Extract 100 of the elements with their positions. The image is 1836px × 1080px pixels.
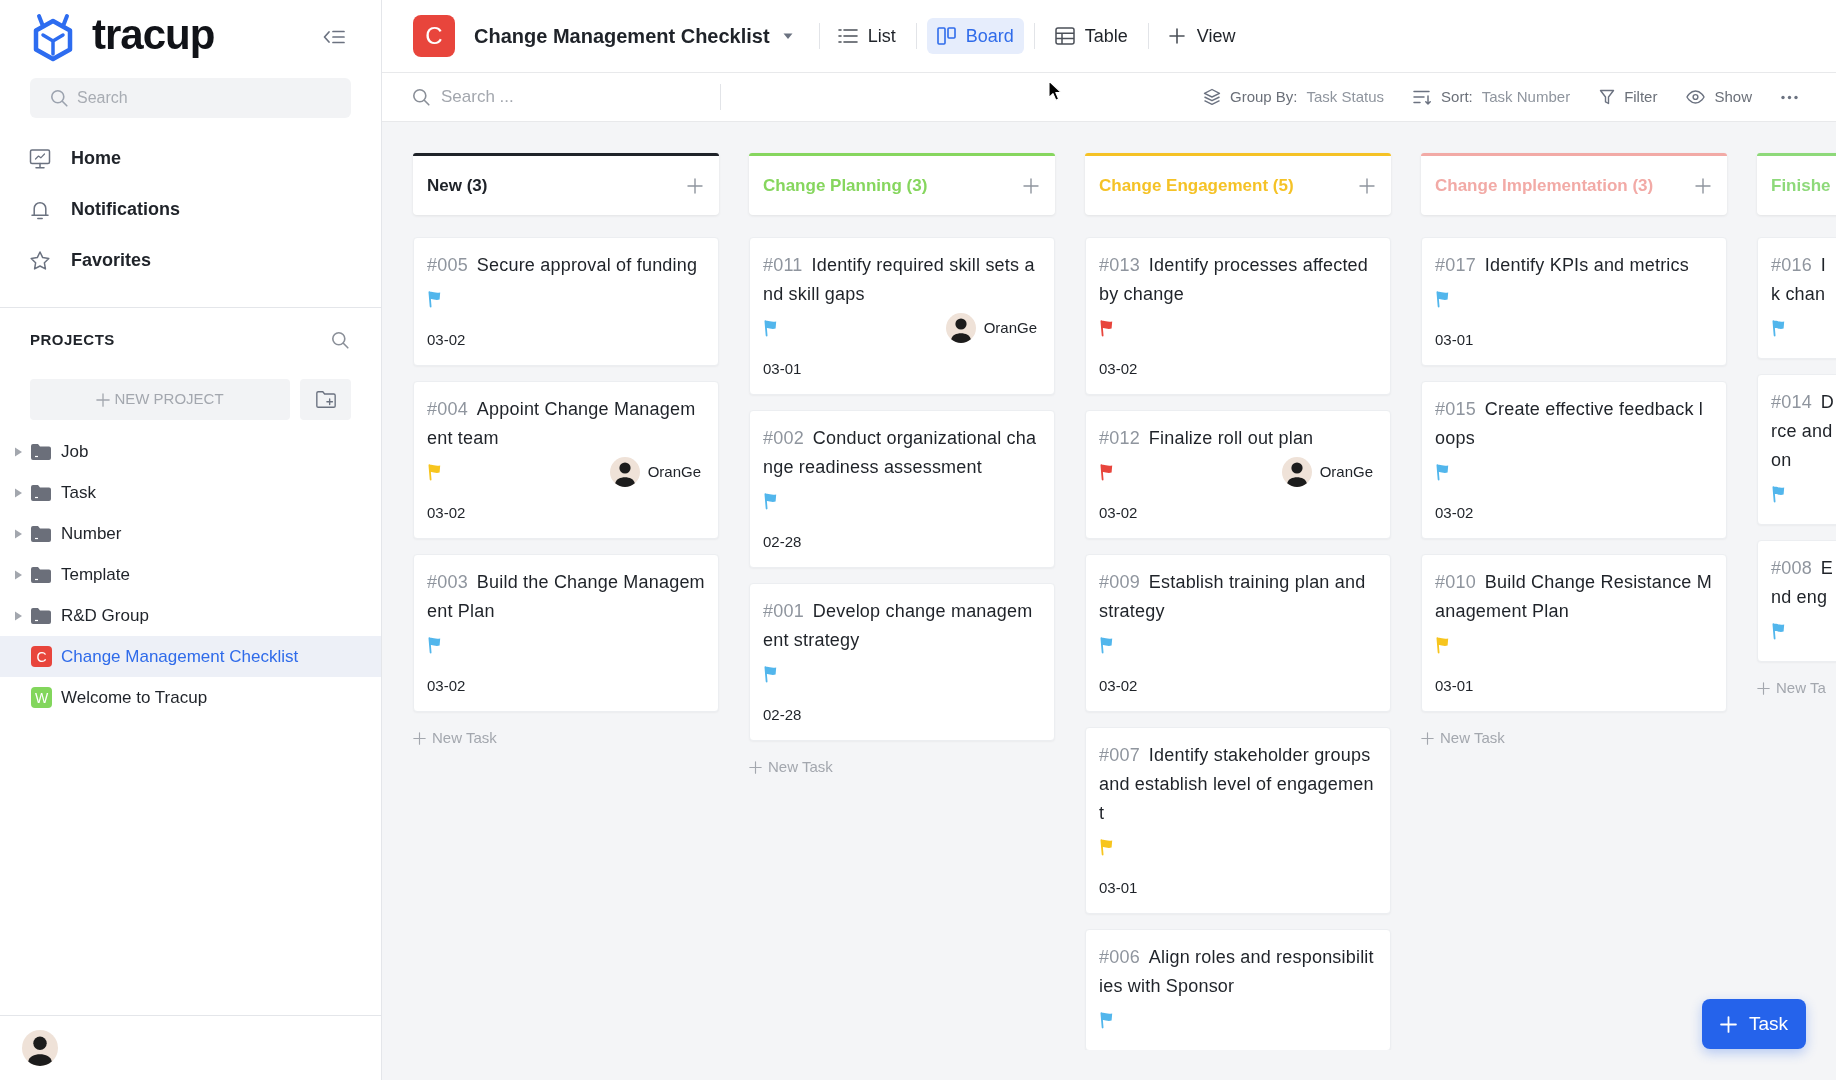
column-title: Change Engagement (5) xyxy=(1099,174,1294,197)
star-icon xyxy=(28,248,52,273)
plus-icon xyxy=(1421,731,1434,745)
task-card[interactable]: #010 Build Change Resistance Management Plan 03-01 xyxy=(1421,554,1727,712)
task-title: #017 Identify KPIs and metrics xyxy=(1435,254,1689,277)
task-card[interactable]: #005 Secure approval of funding 03-02 xyxy=(413,237,719,366)
board-icon xyxy=(936,27,956,45)
task-title: #009 Establish training plan and strategy xyxy=(1099,571,1367,623)
task-card[interactable]: #011 Identify required skill sets and skill gaps OranGe 03-01 xyxy=(749,237,1055,395)
logo-wordmark: tracup xyxy=(92,10,215,60)
cursor-icon xyxy=(1048,80,1062,101)
task-card[interactable]: #002 Conduct organizational change readiness assessment 02-28 xyxy=(749,410,1055,568)
monitor-icon xyxy=(28,146,52,171)
task-card[interactable]: #013 Identify processes affected by change 03-02 xyxy=(1085,237,1391,395)
nav-item[interactable]: Home xyxy=(0,133,381,184)
column-title: Finishe xyxy=(1771,174,1831,197)
search-icon[interactable] xyxy=(331,331,349,349)
collapse-sidebar-icon[interactable] xyxy=(322,28,346,46)
search-icon xyxy=(50,89,68,107)
task-title: #010 Build Change Resistance Management Plan xyxy=(1435,571,1713,623)
caret-right-icon[interactable] xyxy=(13,569,23,580)
due-date: 03-02 xyxy=(427,330,466,350)
due-date: 02-28 xyxy=(763,532,802,552)
task-title: #014 D rce and on xyxy=(1771,391,1835,472)
folder-icon xyxy=(30,606,52,625)
project-initial: W xyxy=(31,687,52,708)
due-date: 03-02 xyxy=(1099,503,1138,523)
due-date: 03-02 xyxy=(1099,359,1138,379)
table-icon xyxy=(1054,27,1075,45)
add-view-button[interactable]: View xyxy=(1158,18,1246,54)
folder-icon xyxy=(30,565,52,584)
show-button[interactable]: Show xyxy=(1686,85,1752,109)
task-card[interactable]: #004 Appoint Change Management team OranGe 03-02 xyxy=(413,381,719,539)
add-icon[interactable] xyxy=(1023,177,1039,194)
plus-icon xyxy=(96,392,111,407)
caret-right-icon[interactable] xyxy=(13,528,23,539)
assignee-name: OranGe xyxy=(983,317,1037,338)
due-date: 03-01 xyxy=(763,359,802,379)
folder-icon xyxy=(30,442,52,461)
due-date: 03-02 xyxy=(1435,503,1474,523)
add-icon[interactable] xyxy=(1695,177,1711,194)
task-card[interactable]: #006 Align roles and responsibilities with Sponsor xyxy=(1085,929,1391,1050)
plus-icon xyxy=(749,760,762,774)
task-card[interactable]: #008 E nd eng xyxy=(1757,540,1836,662)
task-title: #016 I k chan xyxy=(1771,254,1827,306)
filter-icon xyxy=(1599,89,1616,105)
caret-right-icon[interactable] xyxy=(13,610,23,621)
task-card[interactable]: #003 Build the Change Management Plan 03-02 xyxy=(413,554,719,712)
caret-right-icon[interactable] xyxy=(13,487,23,498)
view-tab[interactable]: Board xyxy=(926,18,1024,54)
create-task-button[interactable]: Task xyxy=(1701,999,1806,1049)
list-icon xyxy=(837,28,858,44)
add-icon[interactable] xyxy=(1359,177,1375,194)
project-title-button[interactable]: Change Management Checklist xyxy=(474,21,793,51)
task-title: #012 Finalize roll out plan xyxy=(1099,427,1314,450)
column-title: Change Implementation (3) xyxy=(1435,174,1654,197)
plus-icon xyxy=(1719,1015,1737,1033)
task-card[interactable]: #001 Develop change management strategy 02-28 xyxy=(749,583,1055,741)
add-icon[interactable] xyxy=(687,177,703,194)
task-title: #004 Appoint Change Management team xyxy=(427,398,697,450)
new-folder-button[interactable] xyxy=(300,379,351,420)
due-date: 03-01 xyxy=(1435,330,1474,350)
task-title: #008 E nd eng xyxy=(1771,557,1834,609)
filter-button[interactable]: Filter xyxy=(1599,85,1658,109)
project-tree-item[interactable]: C Change Management Checklist xyxy=(0,636,381,677)
folder-plus-icon xyxy=(314,389,337,410)
task-card[interactable]: #016 I k chan xyxy=(1757,237,1836,359)
folder-icon xyxy=(30,483,52,502)
nav-item[interactable]: Notifications xyxy=(0,184,381,235)
task-card[interactable]: #014 D rce and on xyxy=(1757,374,1836,525)
caret-right-icon[interactable] xyxy=(13,446,23,457)
plus-icon xyxy=(1757,681,1770,695)
section-heading: PROJECTS xyxy=(30,329,115,350)
nav-item[interactable]: Favorites xyxy=(0,235,381,286)
search-field[interactable]: Search ... xyxy=(412,80,710,114)
search-field[interactable]: Search xyxy=(30,78,351,118)
task-card[interactable]: #015 Create effective feedback loops 03-02 xyxy=(1421,381,1727,539)
task-title: #011 Identify required skill sets and skill gaps xyxy=(763,254,1036,306)
task-title: #013 Identify processes affected by change xyxy=(1099,254,1370,306)
avatar-icon xyxy=(1281,457,1312,487)
task-card[interactable]: #017 Identify KPIs and metrics 03-01 xyxy=(1421,237,1727,366)
user-avatar-icon[interactable] xyxy=(22,1030,58,1066)
column-title: New (3) xyxy=(427,174,488,197)
sort-icon xyxy=(1413,89,1433,105)
caret-down-icon xyxy=(782,32,793,40)
due-date: 03-02 xyxy=(427,503,466,523)
plus-icon xyxy=(1168,28,1185,44)
task-title: #001 Develop change management strategy xyxy=(763,600,1034,652)
group-by-button[interactable]: Group By: Task Status xyxy=(1203,85,1385,109)
sort-button[interactable]: Sort: Task Number xyxy=(1413,85,1571,109)
task-title: #005 Secure approval of funding xyxy=(427,254,698,277)
task-card[interactable]: #007 Identify stakeholder groups and establish level of engagement 03-01 xyxy=(1085,727,1391,914)
project-initial: C xyxy=(31,646,52,667)
task-card[interactable]: #009 Establish training plan and strategy 03-02 xyxy=(1085,554,1391,712)
task-title: #007 Identify stakeholder groups and establish level of engagement xyxy=(1099,744,1375,825)
column-title: Change Planning (3) xyxy=(763,174,928,197)
task-card[interactable]: #012 Finalize roll out plan OranGe 03-02 xyxy=(1085,410,1391,539)
task-title: #006 Align roles and responsibilities with Sponsor xyxy=(1099,946,1375,998)
task-title: #003 Build the Change Management Plan xyxy=(427,571,705,623)
more-icon[interactable] xyxy=(1781,94,1798,100)
